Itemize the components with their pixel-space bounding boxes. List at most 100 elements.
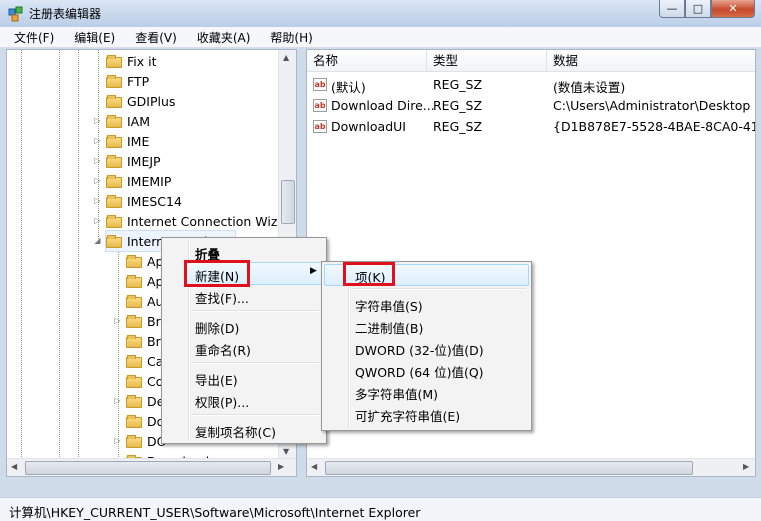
value-row[interactable]: ab DownloadUI REG_SZ {D1B878E7-5528-4BAE… <box>307 117 755 137</box>
scroll-left-arrow-icon[interactable]: ◀ <box>311 462 317 471</box>
menu-item-find[interactable]: 查找(F)... <box>195 288 249 307</box>
menu-separator <box>192 362 320 364</box>
expand-arrow-icon[interactable]: ▷ <box>93 136 102 145</box>
tree-item[interactable]: IMEMIP <box>106 171 171 191</box>
maximize-button[interactable]: □ <box>685 0 711 18</box>
tree-item[interactable]: Do <box>126 411 164 431</box>
menu-separator <box>352 288 526 290</box>
value-data: C:\Users\Administrator\Desktop <box>553 98 751 113</box>
tree-item[interactable]: Co <box>126 371 163 391</box>
folder-icon <box>126 394 142 408</box>
folder-icon <box>126 314 142 328</box>
tree-item[interactable]: Ap <box>126 251 164 271</box>
submenu-item-binary-value[interactable]: 二进制值(B) <box>355 318 423 337</box>
new-submenu: 项(K) 字符串值(S) 二进制值(B) DWORD (32-位)值(D) QW… <box>321 261 532 431</box>
menu-item-permissions[interactable]: 权限(P)... <box>195 392 249 411</box>
values-horizontal-scrollbar[interactable]: ◀ ▶ <box>307 458 755 476</box>
tree-item-label: IAM <box>127 113 151 129</box>
registry-path: 计算机\HKEY_CURRENT_USER\Software\Microsoft… <box>9 505 421 520</box>
tree-item[interactable]: GDIPlus <box>106 91 175 111</box>
tree-item-label: Fix it <box>127 53 157 69</box>
value-data: {D1B878E7-5528-4BAE-8CA0-41567 <box>553 119 755 134</box>
expand-arrow-icon[interactable]: ▷ <box>93 176 102 185</box>
regedit-icon <box>8 6 24 22</box>
tree-guide-line <box>21 50 22 460</box>
folder-icon <box>106 94 122 108</box>
folder-icon <box>106 54 122 68</box>
scroll-right-arrow-icon[interactable]: ▶ <box>278 462 284 471</box>
menu-view[interactable]: 查看(V) <box>121 27 183 47</box>
value-data: (数值未设置) <box>553 80 626 95</box>
value-row[interactable]: ab Download Dire... REG_SZ C:\Users\Admi… <box>307 96 755 116</box>
status-bar: 计算机\HKEY_CURRENT_USER\Software\Microsoft… <box>0 497 761 521</box>
tree-guide-line <box>78 50 79 460</box>
tree-item[interactable]: IME <box>106 131 149 151</box>
expand-arrow-icon[interactable]: ▷ <box>93 156 102 165</box>
menu-item-delete[interactable]: 删除(D) <box>195 318 239 337</box>
expand-arrow-icon[interactable]: ▷ <box>93 116 102 125</box>
tree-item[interactable]: Fix it <box>106 51 157 71</box>
tree-item[interactable]: Br <box>126 331 161 351</box>
tree-item[interactable]: Au <box>126 291 163 311</box>
column-header-name[interactable]: 名称 <box>307 50 427 72</box>
tree-item[interactable]: Ca <box>126 351 163 371</box>
submenu-item-multi-string-value[interactable]: 多字符串值(M) <box>355 384 438 403</box>
column-header-type[interactable]: 类型 <box>427 50 547 72</box>
tree-hscroll-thumb[interactable] <box>25 461 271 475</box>
values-hscroll-thumb[interactable] <box>325 461 693 475</box>
tree-item[interactable]: Ap <box>126 271 164 291</box>
tree-item[interactable]: Internet Connection Wizar <box>106 211 290 231</box>
menu-favorites[interactable]: 收藏夹(A) <box>183 27 257 47</box>
tree-item-label: IMEJP <box>127 153 161 169</box>
folder-icon <box>126 254 142 268</box>
scroll-up-arrow-icon[interactable]: ▲ <box>283 53 289 62</box>
expand-arrow-icon[interactable]: ▷ <box>113 436 122 445</box>
window-title: 注册表编辑器 <box>29 7 102 21</box>
folder-icon <box>106 174 122 188</box>
window-controls: — □ ✕ <box>659 0 755 19</box>
submenu-item-expandable-string-value[interactable]: 可扩充字符串值(E) <box>355 406 460 425</box>
menu-item-export[interactable]: 导出(E) <box>195 370 238 389</box>
expand-arrow-icon[interactable]: ▷ <box>113 396 122 405</box>
menu-item-copy-key-name[interactable]: 复制项名称(C) <box>195 422 276 441</box>
menu-edit[interactable]: 编辑(E) <box>60 27 121 47</box>
folder-icon <box>126 334 142 348</box>
menu-gutter <box>348 264 350 428</box>
tree-horizontal-scrollbar[interactable]: ◀ ▶ <box>7 458 296 476</box>
tree-item[interactable]: IMESC14 <box>106 191 182 211</box>
collapse-arrow-icon[interactable]: ◢ <box>93 236 102 245</box>
folder-icon <box>106 234 122 248</box>
tree-item[interactable]: IMEJP <box>106 151 161 171</box>
scroll-right-arrow-icon[interactable]: ▶ <box>743 462 749 471</box>
folder-icon <box>106 114 122 128</box>
column-header-data[interactable]: 数据 <box>547 50 755 72</box>
title-bar: 注册表编辑器 — □ ✕ <box>0 0 761 27</box>
tree-item-label: Internet Connection Wizar <box>127 213 291 229</box>
submenu-item-qword-value[interactable]: QWORD (64 位)值(Q) <box>355 362 484 381</box>
menu-file[interactable]: 文件(F) <box>0 27 60 47</box>
tree-item-label: Br <box>147 333 161 349</box>
close-button[interactable]: ✕ <box>711 0 755 18</box>
value-row[interactable]: ab (默认) REG_SZ (数值未设置) <box>307 75 755 95</box>
menu-item-rename[interactable]: 重命名(R) <box>195 340 251 359</box>
tree-item[interactable]: De <box>126 391 164 411</box>
tree-guide-line <box>98 50 99 240</box>
expand-arrow-icon[interactable]: ▷ <box>113 316 122 325</box>
tree-scroll-thumb[interactable] <box>281 180 295 224</box>
submenu-item-dword-value[interactable]: DWORD (32-位)值(D) <box>355 340 484 359</box>
tree-item[interactable]: IAM <box>106 111 150 131</box>
expand-arrow-icon[interactable]: ▷ <box>93 196 102 205</box>
tree-item-label: FTP <box>127 73 150 89</box>
expand-arrow-icon[interactable]: ▷ <box>93 216 102 225</box>
scroll-down-arrow-icon[interactable]: ▼ <box>283 447 289 456</box>
value-name: (默认) <box>331 80 366 95</box>
folder-icon <box>126 294 142 308</box>
minimize-button[interactable]: — <box>659 0 685 18</box>
scroll-left-arrow-icon[interactable]: ◀ <box>11 462 17 471</box>
submenu-item-string-value[interactable]: 字符串值(S) <box>355 296 423 315</box>
folder-icon <box>126 434 142 448</box>
folder-icon <box>126 354 142 368</box>
tree-item[interactable]: FTP <box>106 71 149 91</box>
tree-item[interactable]: Br <box>126 311 161 331</box>
menu-help[interactable]: 帮助(H) <box>256 27 318 47</box>
